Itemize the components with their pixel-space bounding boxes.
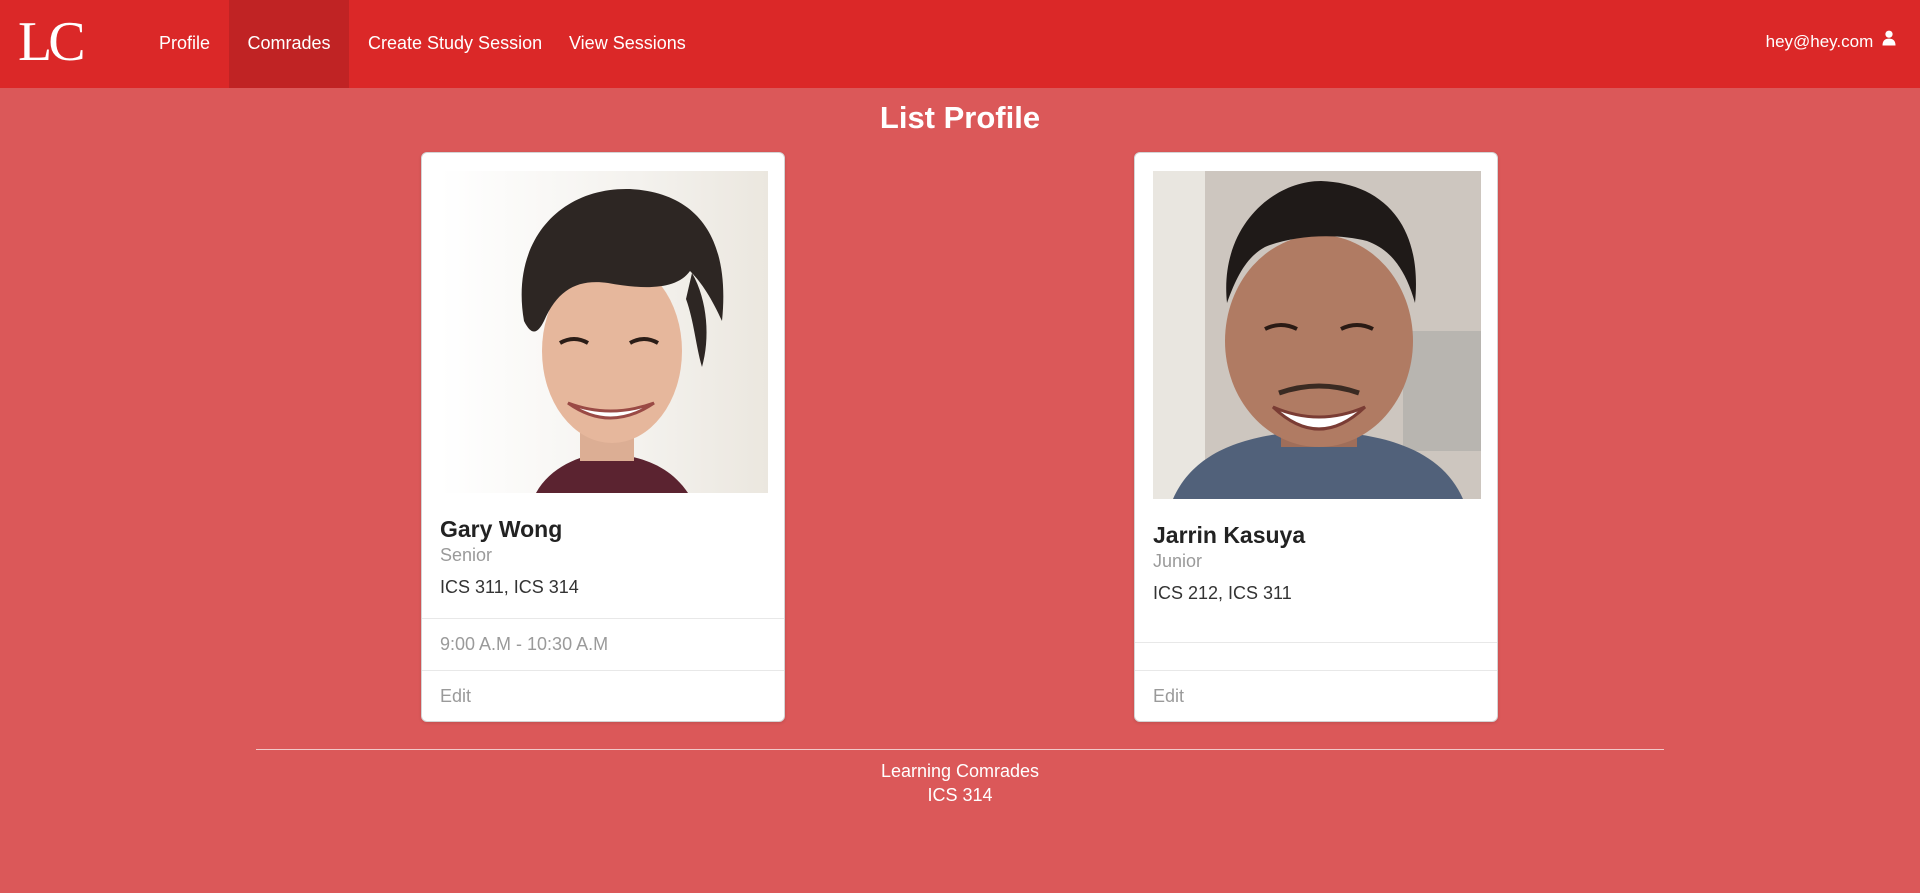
divider [1135, 642, 1497, 643]
nav-item-profile[interactable]: Profile [142, 0, 227, 88]
profile-year: Junior [1153, 551, 1203, 571]
profile-card: Jarrin Kasuya Junior ICS 212, ICS 311 Ed… [1134, 152, 1498, 722]
profile-photo [1153, 171, 1481, 499]
footer-course: ICS 314 [927, 785, 993, 805]
profile-photo [440, 171, 768, 493]
edit-link[interactable]: Edit [440, 686, 471, 707]
user-icon [1882, 0, 1896, 83]
logo[interactable]: LC [18, 10, 86, 74]
divider [1135, 670, 1497, 671]
profile-name: Gary Wong [440, 516, 563, 542]
divider [422, 618, 784, 619]
divider [422, 670, 784, 671]
profile-time: 9:00 A.M - 10:30 A.M [440, 634, 609, 654]
profile-card: Gary Wong Senior ICS 311, ICS 314 9:00 A… [421, 152, 785, 722]
profile-year: Senior [440, 545, 493, 565]
nav-item-view-sessions[interactable]: View Sessions [569, 0, 686, 88]
nav-item-comrades[interactable]: Comrades [229, 0, 349, 88]
page-title: List Profile [879, 100, 1041, 135]
profile-name: Jarrin Kasuya [1153, 522, 1306, 548]
footer-title: Learning Comrades [880, 761, 1040, 781]
user-menu[interactable]: hey@hey.com [1766, 0, 1896, 88]
profile-courses: ICS 311, ICS 314 [440, 577, 579, 597]
footer-divider [256, 749, 1664, 750]
nav-item-create-study-session[interactable]: Create Study Session [368, 0, 542, 88]
profile-courses: ICS 212, ICS 311 [1153, 583, 1292, 603]
user-email: hey@hey.com [1765, 32, 1874, 51]
top-nav: LC Profile Comrades Create Study Session… [0, 0, 1920, 88]
edit-link[interactable]: Edit [1153, 686, 1184, 707]
